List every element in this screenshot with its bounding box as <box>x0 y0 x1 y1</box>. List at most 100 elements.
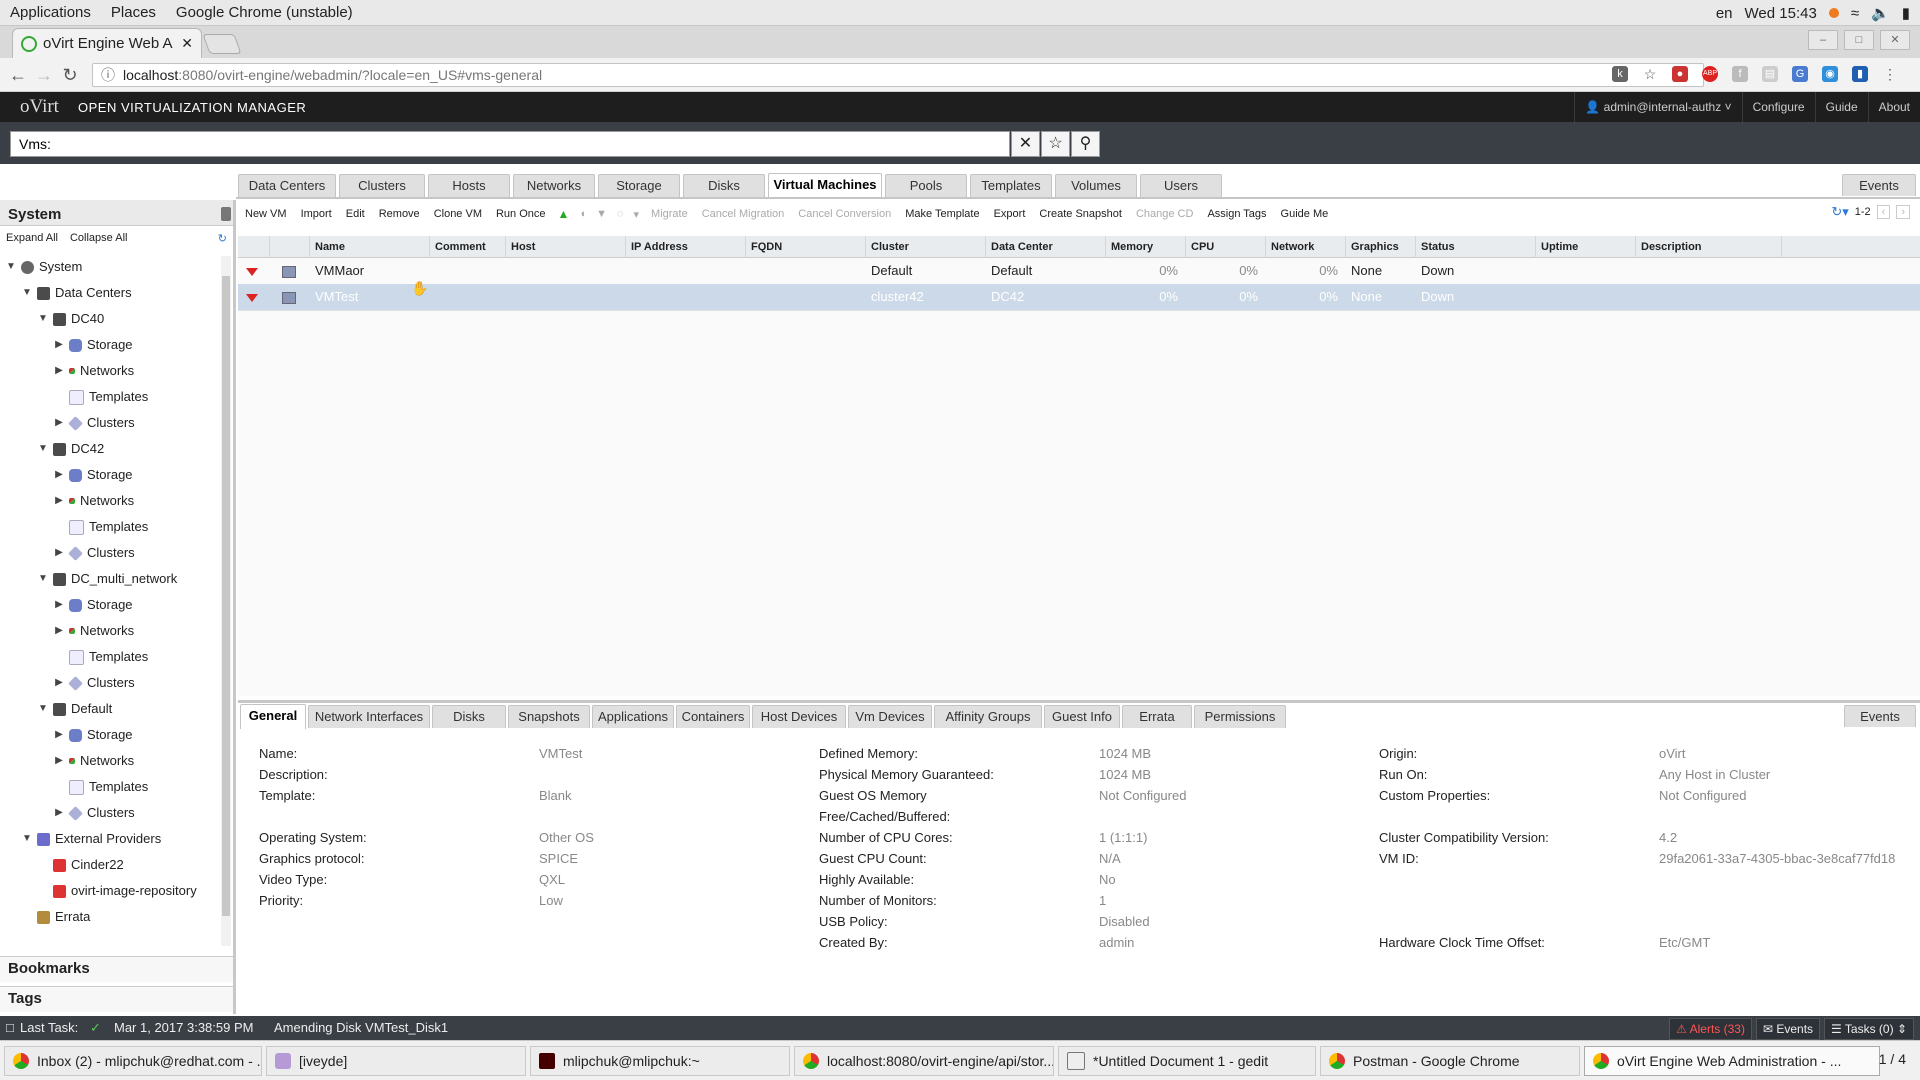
make-template-button[interactable]: Make Template <box>898 208 986 220</box>
reload-icon[interactable]: ↻ <box>60 65 80 85</box>
change-cd-button[interactable]: Change CD <box>1129 208 1200 220</box>
tree-node-templates[interactable]: tpl Templates <box>54 516 148 538</box>
toolbar-action-icon-8[interactable]: ▼ <box>591 208 612 220</box>
applications-menu[interactable]: Applications <box>0 4 101 21</box>
clock[interactable]: Wed 15:43 <box>1745 5 1817 22</box>
tree-node-networks[interactable]: ▶ net Networks <box>54 620 134 642</box>
tree-node-dc-multi-network[interactable]: ▼ dc DC_multi_network <box>38 568 177 590</box>
collapse-all-link[interactable]: Collapse All <box>70 232 127 246</box>
column-header-graphics[interactable]: Graphics <box>1346 236 1416 258</box>
column-header-data-center[interactable]: Data Center <box>986 236 1106 258</box>
taskbar-item-6[interactable]: chrome Postman - Google Chrome <box>1320 1046 1580 1076</box>
workspace-indicator[interactable]: 1 / 4 <box>1879 1051 1906 1067</box>
tree-node-templates[interactable]: tpl Templates <box>54 776 148 798</box>
subtab-permissions[interactable]: Permissions <box>1194 705 1286 728</box>
run-once-button[interactable]: Run Once <box>489 208 553 220</box>
tree-toggle-icon[interactable]: ▼ <box>38 698 48 720</box>
prev-page-icon[interactable]: ‹ <box>1876 205 1891 219</box>
address-bar[interactable]: ⓘ localhost:8080/ovirt-engine/webadmin/?… <box>92 63 1704 87</box>
column-header-memory[interactable]: Memory <box>1106 236 1186 258</box>
tree-toggle-icon[interactable]: ▶ <box>54 594 64 616</box>
subtab-network-interfaces[interactable]: Network Interfaces <box>308 705 430 728</box>
clone-vm-button[interactable]: Clone VM <box>427 208 489 220</box>
tree-node-clusters[interactable]: ▶ cluster Clusters <box>54 542 135 564</box>
tree-toggle-icon[interactable]: ▼ <box>22 828 32 850</box>
column-header-network[interactable]: Network <box>1266 236 1346 258</box>
back-icon[interactable]: ← <box>8 65 28 85</box>
column-header-host[interactable]: Host <box>506 236 626 258</box>
maximize-button[interactable]: □ <box>1844 30 1874 50</box>
star-icon[interactable]: ☆ <box>1642 66 1658 82</box>
create-snapshot-button[interactable]: Create Snapshot <box>1032 208 1129 220</box>
tree-node-storage[interactable]: ▶ storage Storage <box>54 594 132 616</box>
tree-toggle-icon[interactable]: ▼ <box>38 438 48 460</box>
info-icon[interactable]: ⓘ <box>101 65 115 85</box>
tree-toggle-icon[interactable]: ▶ <box>54 412 64 434</box>
bookmark-extension-icon[interactable]: ▮ <box>1852 66 1868 82</box>
column-header-status[interactable]: Status <box>1416 236 1536 258</box>
places-menu[interactable]: Places <box>101 4 166 21</box>
tree-node-storage[interactable]: ▶ storage Storage <box>54 334 132 356</box>
toolbar-action-icon-9[interactable]: ◌ <box>612 208 629 220</box>
expand-all-link[interactable]: Expand All <box>6 232 58 246</box>
subtab-disks[interactable]: Disks <box>432 705 506 728</box>
tree-node-clusters[interactable]: ▶ cluster Clusters <box>54 412 135 434</box>
translate-icon[interactable]: G <box>1792 66 1808 82</box>
browser-tab-ovirt[interactable]: oVirt Engine Web A ✕ <box>12 28 202 58</box>
subtab-events[interactable]: Events <box>1844 705 1916 727</box>
tree-node-data-centers[interactable]: ▼ dc Data Centers <box>22 282 132 304</box>
key-icon[interactable]: k <box>1612 66 1628 82</box>
tree-node-ovirt-image-repository[interactable]: prov ovirt-image-repository <box>38 880 197 902</box>
tree-node-clusters[interactable]: ▶ cluster Clusters <box>54 802 135 824</box>
taskbar-item-4[interactable]: chrome localhost:8080/ovirt-engine/api/st… <box>794 1046 1054 1076</box>
tree-node-cinder22[interactable]: prov Cinder22 <box>38 854 124 876</box>
tree-node-dc42[interactable]: ▼ dc DC42 <box>38 438 104 460</box>
new-tab-button[interactable] <box>202 34 242 54</box>
tab-pools[interactable]: Pools <box>885 174 967 197</box>
tab-volumes[interactable]: Volumes <box>1055 174 1137 197</box>
bookmarks-panel-header[interactable]: Bookmarks <box>0 956 233 982</box>
camera-extension-icon[interactable]: ◉ <box>1822 66 1838 82</box>
subtab-containers[interactable]: Containers <box>676 705 750 728</box>
remove-button[interactable]: Remove <box>372 208 427 220</box>
column-header-name[interactable]: Name <box>310 236 430 258</box>
toolbar-action-icon-6[interactable]: ▲ <box>553 207 575 221</box>
tree-node-networks[interactable]: ▶ net Networks <box>54 360 134 382</box>
column-header-description[interactable]: Description <box>1636 236 1782 258</box>
toolbar-action-icon-7[interactable]: ◖ <box>574 208 591 220</box>
guide-link[interactable]: Guide <box>1814 92 1868 122</box>
tree-node-networks[interactable]: ▶ net Networks <box>54 490 134 512</box>
adblock-icon[interactable]: ABP <box>1702 66 1718 82</box>
clear-search-icon[interactable]: ✕ <box>1011 131 1040 157</box>
table-row[interactable]: VMMaor Default Default 0% 0% 0% None Down <box>238 258 1920 285</box>
tree-toggle-icon[interactable]: ▼ <box>22 282 32 304</box>
tree-toggle-icon[interactable]: ▶ <box>54 542 64 564</box>
tab-events[interactable]: Events <box>1842 174 1916 196</box>
about-link[interactable]: About <box>1867 92 1920 122</box>
refresh-grid-icon[interactable]: ↻▾ <box>1831 204 1848 220</box>
footer-toggle-icon[interactable]: □ <box>6 1020 14 1035</box>
tree-toggle-icon[interactable]: ▶ <box>54 464 64 486</box>
column-header-uptime[interactable]: Uptime <box>1536 236 1636 258</box>
search-icon[interactable]: ⚲ <box>1071 131 1100 157</box>
migrate-button[interactable]: Migrate <box>644 208 695 220</box>
tree-toggle-icon[interactable]: ▼ <box>38 568 48 590</box>
column-header-ip-address[interactable]: IP Address <box>626 236 746 258</box>
reader-extension-icon[interactable]: ▤ <box>1762 66 1778 82</box>
tree-toggle-icon[interactable]: ▶ <box>54 360 64 382</box>
tree-toggle-icon[interactable]: ▶ <box>54 802 64 824</box>
taskbar-item-3[interactable]: term mlipchuk@mlipchuk:~ <box>530 1046 790 1076</box>
export-button[interactable]: Export <box>987 208 1033 220</box>
tree-toggle-icon[interactable]: ▶ <box>54 724 64 746</box>
tree-node-storage[interactable]: ▶ storage Storage <box>54 464 132 486</box>
new-vm-button[interactable]: New VM <box>238 208 294 220</box>
toolbar-action-icon-10[interactable]: ▾ <box>629 208 645 221</box>
tasks-button[interactable]: ☰ Tasks (0) ⇕ <box>1824 1018 1914 1040</box>
subtab-snapshots[interactable]: Snapshots <box>508 705 590 728</box>
taskbar-item-5[interactable]: gedit *Untitled Document 1 - gedit <box>1058 1046 1316 1076</box>
tree-node-default[interactable]: ▼ dc Default <box>38 698 112 720</box>
alerts-button[interactable]: ⚠ Alerts (33) <box>1669 1018 1752 1040</box>
tree-scrollbar[interactable] <box>221 256 231 946</box>
cancel-conversion-button[interactable]: Cancel Conversion <box>791 208 898 220</box>
column-header-cpu[interactable]: CPU <box>1186 236 1266 258</box>
